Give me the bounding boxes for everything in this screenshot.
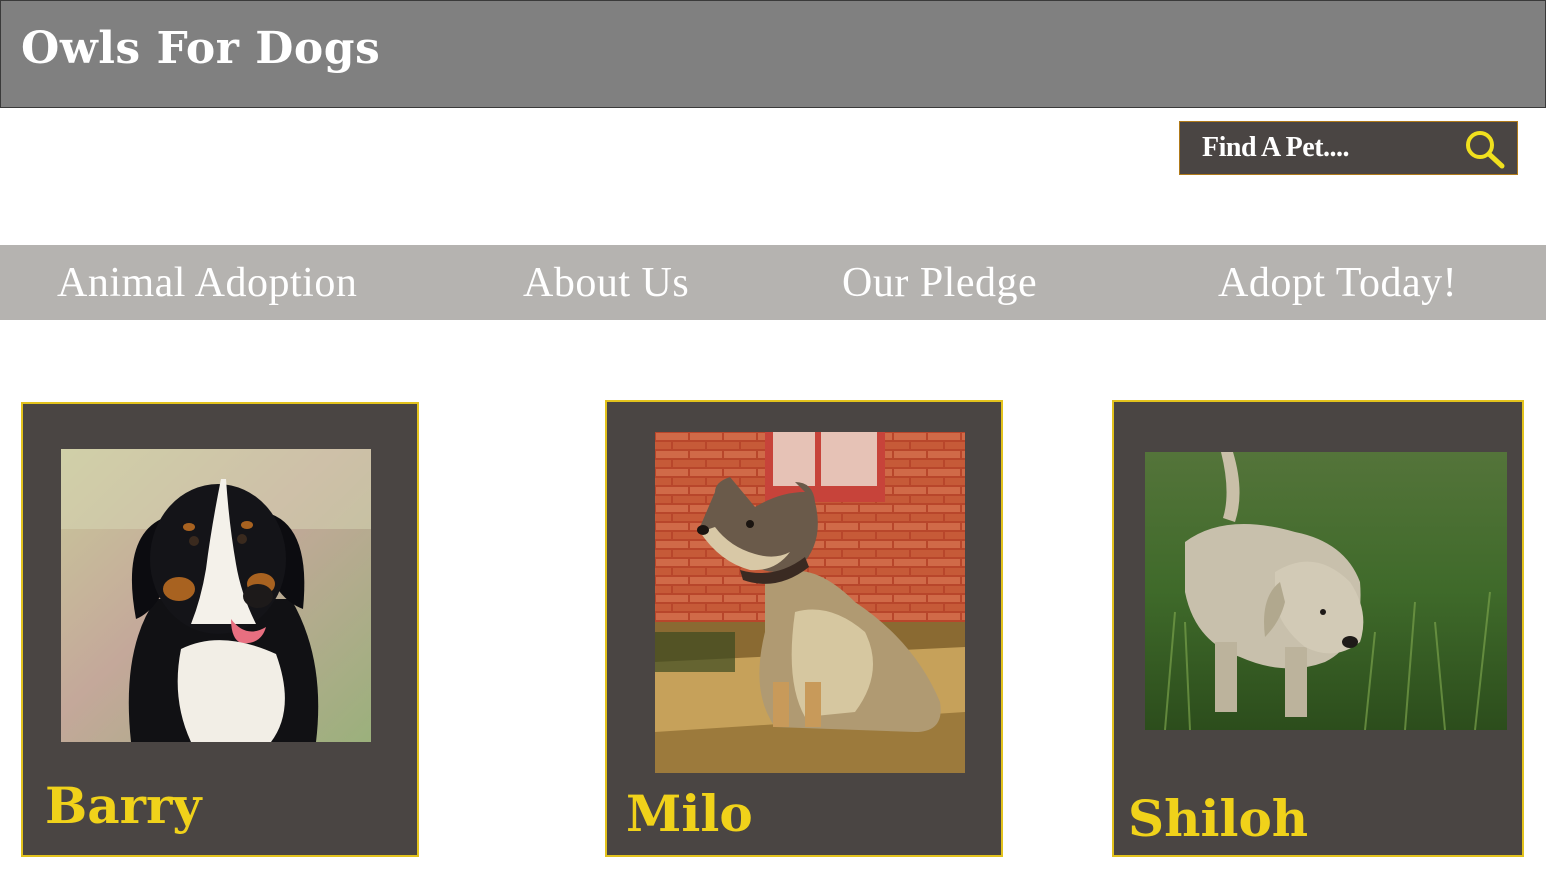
search-icon[interactable] bbox=[1463, 129, 1507, 171]
pet-photo-barry[interactable] bbox=[61, 449, 371, 742]
pet-card-shiloh[interactable]: Shiloh bbox=[1112, 400, 1524, 857]
nav-item-animal-adoption[interactable]: Animal Adoption bbox=[57, 259, 357, 307]
pet-card-barry[interactable]: Barry bbox=[21, 402, 419, 857]
nav-item-adopt-today[interactable]: Adopt Today! bbox=[1218, 259, 1457, 307]
search-input[interactable]: Find A Pet.... bbox=[1202, 132, 1350, 164]
nav-item-about-us[interactable]: About Us bbox=[523, 259, 689, 307]
pet-name-barry[interactable]: Barry bbox=[45, 776, 201, 835]
pet-photo-milo[interactable] bbox=[655, 432, 965, 773]
search-box[interactable]: Find A Pet.... bbox=[1179, 121, 1518, 175]
pet-card-milo[interactable]: Milo bbox=[605, 400, 1003, 857]
main-nav: Animal Adoption About Us Our Pledge Adop… bbox=[0, 245, 1546, 320]
nav-item-our-pledge[interactable]: Our Pledge bbox=[842, 259, 1037, 307]
pet-name-milo[interactable]: Milo bbox=[626, 784, 753, 843]
site-header: Owls For Dogs bbox=[0, 0, 1546, 108]
site-title[interactable]: Owls For Dogs bbox=[21, 23, 380, 74]
pet-name-shiloh[interactable]: Shiloh bbox=[1128, 789, 1308, 848]
pet-photo-shiloh[interactable] bbox=[1145, 452, 1507, 730]
